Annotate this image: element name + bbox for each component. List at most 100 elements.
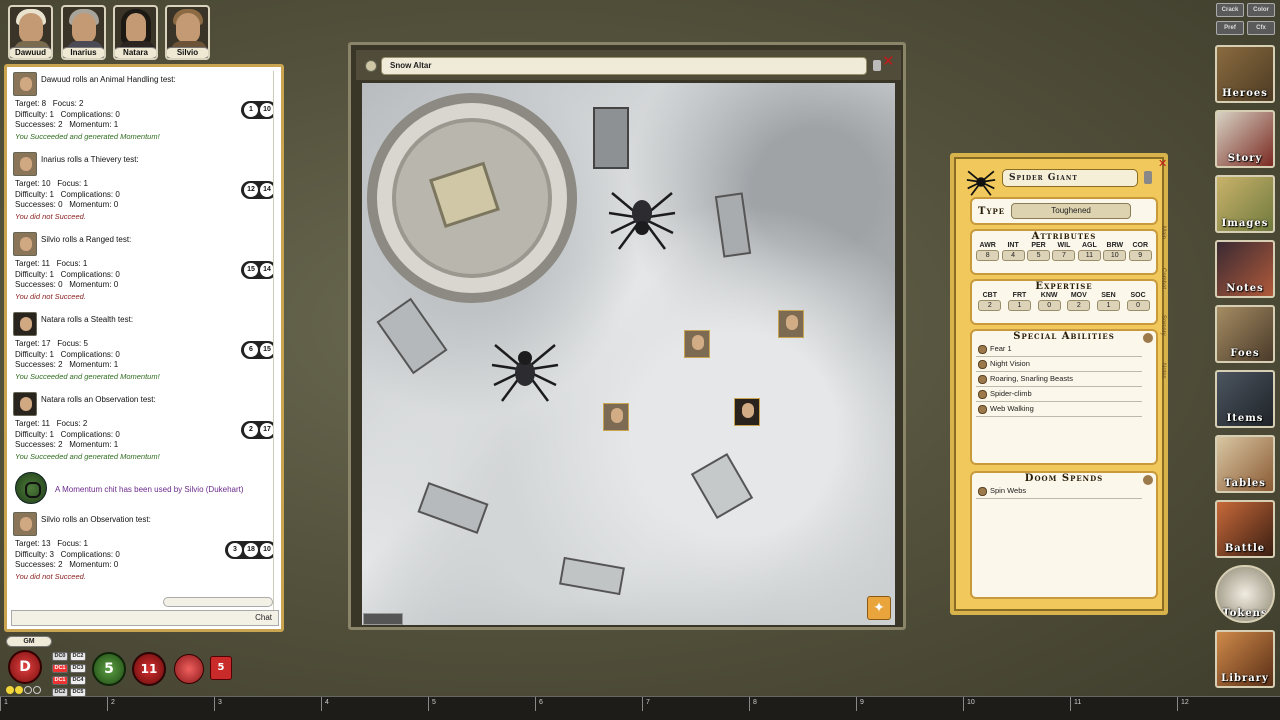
chat-input[interactable]: Chat bbox=[11, 610, 279, 626]
hotkey-slot[interactable]: 5 bbox=[428, 697, 534, 711]
silvio-token[interactable] bbox=[684, 330, 710, 358]
dc3-button[interactable]: DC3 bbox=[70, 664, 86, 673]
map-title[interactable]: Snow Altar bbox=[381, 57, 867, 75]
attr-value[interactable]: 7 bbox=[1052, 250, 1076, 261]
npc-name-field[interactable]: Spider Giant bbox=[1002, 169, 1138, 187]
dc0-button[interactable]: DC0 bbox=[52, 652, 68, 661]
gm-identity[interactable]: GM bbox=[6, 636, 52, 647]
color-button[interactable]: Color bbox=[1247, 3, 1275, 17]
lock-icon[interactable] bbox=[873, 60, 881, 71]
sidebar-images[interactable]: Images bbox=[1215, 175, 1275, 233]
sidebar-foes[interactable]: Foes bbox=[1215, 305, 1275, 363]
attr-value[interactable]: 9 bbox=[1128, 250, 1152, 261]
dice-pool-counter[interactable]: 5 bbox=[210, 656, 232, 680]
doom-pool[interactable]: 11 bbox=[132, 652, 166, 686]
attr-value[interactable]: 4 bbox=[1001, 250, 1025, 261]
cfx-button[interactable]: Cfx bbox=[1247, 21, 1275, 35]
sidebar-story[interactable]: Story bbox=[1215, 110, 1275, 168]
chat-scrollbar[interactable] bbox=[273, 71, 278, 621]
sidebar-library[interactable]: Library bbox=[1215, 630, 1275, 688]
tab-notes[interactable]: Notes bbox=[1156, 351, 1166, 391]
ability-item[interactable]: Web Walking bbox=[976, 402, 1142, 417]
map-toolbar-toggle-icon[interactable]: ✦ bbox=[867, 596, 891, 620]
party-portrait-silvio[interactable]: Silvio bbox=[165, 5, 210, 60]
chat-mode-select[interactable] bbox=[163, 597, 273, 607]
die: 15 bbox=[260, 343, 273, 357]
sidebar-tables[interactable]: Tables bbox=[1215, 435, 1275, 493]
party-portrait-natara[interactable]: Natara bbox=[113, 5, 158, 60]
map-canvas[interactable] bbox=[362, 83, 895, 625]
natara-token[interactable] bbox=[734, 398, 760, 426]
party-portrait-dawuud[interactable]: Dawuud bbox=[8, 5, 53, 60]
roll-result: You Succeeded and generated Momentum! bbox=[15, 452, 160, 461]
exp-value[interactable]: 2 bbox=[1067, 300, 1091, 311]
edit-icon[interactable] bbox=[1143, 475, 1153, 485]
attr-value[interactable]: 10 bbox=[1103, 250, 1127, 261]
map-token-tray[interactable] bbox=[363, 613, 403, 625]
hotkey-slot[interactable]: 7 bbox=[642, 697, 748, 711]
die: 18 bbox=[244, 543, 258, 557]
dice-result: 2 17 bbox=[241, 421, 273, 439]
expertise-knw: KNW 0 bbox=[1037, 292, 1061, 311]
map-window[interactable]: Snow Altar ✕ ✦ bbox=[348, 42, 906, 630]
tab-sorcery[interactable]: Sorcery bbox=[1156, 305, 1166, 345]
attr-value[interactable]: 8 bbox=[976, 250, 1000, 261]
hotkey-slot[interactable]: 9 bbox=[856, 697, 962, 711]
difficulty-die-button[interactable]: D bbox=[8, 650, 42, 684]
chat-window[interactable]: Dawuud rolls an Animal Handling test: Ta… bbox=[4, 64, 284, 632]
spider-token[interactable] bbox=[607, 183, 677, 253]
dc4-button[interactable]: DC4 bbox=[70, 676, 86, 685]
dc1-button[interactable]: DC1 bbox=[52, 664, 68, 673]
hotkey-slot[interactable]: 12 bbox=[1177, 697, 1277, 711]
face bbox=[176, 13, 200, 43]
sidebar-notes[interactable]: Notes bbox=[1215, 240, 1275, 298]
exp-value[interactable]: 2 bbox=[978, 300, 1002, 311]
lock-icon[interactable] bbox=[1144, 171, 1152, 184]
crack-button[interactable]: Crack bbox=[1216, 3, 1244, 17]
sidebar-battle[interactable]: Battle bbox=[1215, 500, 1275, 558]
close-icon[interactable]: ✕ bbox=[882, 52, 895, 70]
sidebar-tokens[interactable]: Tokens bbox=[1215, 565, 1275, 623]
hotkey-slot[interactable]: 1 bbox=[0, 697, 106, 711]
dc2-button[interactable]: DC2 bbox=[70, 652, 86, 661]
exp-value[interactable]: 1 bbox=[1007, 300, 1031, 311]
party-portrait-inarius[interactable]: Inarius bbox=[61, 5, 106, 60]
momentum-pool[interactable]: 5 bbox=[92, 652, 126, 686]
pref-button[interactable]: Pref bbox=[1216, 21, 1244, 35]
dc1-button[interactable]: DC1 bbox=[52, 676, 68, 685]
exp-value[interactable]: 0 bbox=[1126, 300, 1150, 311]
doom-item[interactable]: Spin Webs bbox=[976, 484, 1142, 499]
inarius-token[interactable] bbox=[778, 310, 804, 338]
dice-icon[interactable] bbox=[174, 654, 204, 684]
ability-item[interactable]: Fear 1 bbox=[976, 342, 1142, 357]
sidebar-heroes[interactable]: Heroes bbox=[1215, 45, 1275, 103]
exp-value[interactable]: 0 bbox=[1037, 300, 1061, 311]
ability-item[interactable]: Spider-climb bbox=[976, 387, 1142, 402]
hotkey-slot[interactable]: 4 bbox=[321, 697, 427, 711]
hotkey-slot[interactable]: 8 bbox=[749, 697, 855, 711]
edit-icon[interactable] bbox=[1143, 333, 1153, 343]
dawuud-token[interactable] bbox=[603, 403, 629, 431]
close-icon[interactable]: ✕ bbox=[1158, 157, 1167, 170]
hotkey-slot[interactable]: 11 bbox=[1070, 697, 1176, 711]
tab-combat[interactable]: Combat bbox=[1156, 259, 1166, 299]
attr-value[interactable]: 5 bbox=[1027, 250, 1051, 261]
spider-token[interactable] bbox=[490, 335, 560, 405]
npc-record-window[interactable]: Spider Giant ✕ Type Toughened Attributes… bbox=[950, 153, 1168, 615]
hotkey-slot[interactable]: 10 bbox=[963, 697, 1069, 711]
expertise-mov: MOV 2 bbox=[1067, 292, 1091, 311]
hotkey-slot[interactable]: 6 bbox=[535, 697, 641, 711]
hotkey-slot[interactable]: 2 bbox=[107, 697, 213, 711]
ability-item[interactable]: Roaring, Snarling Beasts bbox=[976, 372, 1142, 387]
hotkey-bar[interactable]: 1 2 3 4 5 6 7 8 9 10 11 12 bbox=[0, 696, 1280, 720]
hotkey-slot[interactable]: 3 bbox=[214, 697, 320, 711]
attr-value[interactable]: 11 bbox=[1077, 250, 1101, 261]
exp-value[interactable]: 1 bbox=[1096, 300, 1120, 311]
tab-main[interactable]: Main bbox=[1156, 213, 1166, 253]
roll-title: Dawuud rolls an Animal Handling test: bbox=[41, 75, 176, 84]
link-icon[interactable] bbox=[365, 60, 377, 72]
ability-item[interactable]: Night Vision bbox=[976, 357, 1142, 372]
chat-log[interactable]: Dawuud rolls an Animal Handling test: Ta… bbox=[11, 69, 273, 597]
type-value[interactable]: Toughened bbox=[1011, 203, 1132, 219]
sidebar-items[interactable]: Items bbox=[1215, 370, 1275, 428]
